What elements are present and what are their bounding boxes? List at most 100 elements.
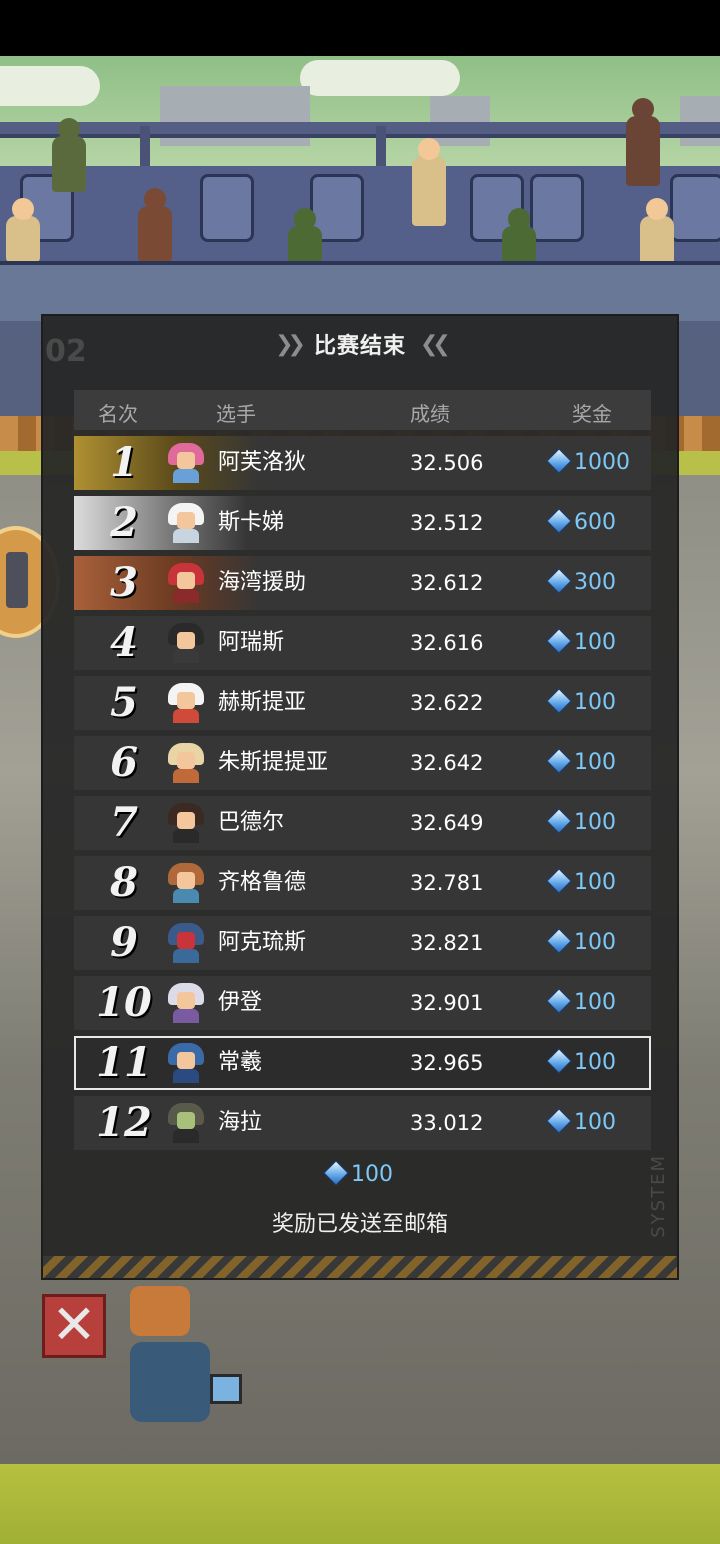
table-header: 名次 选手 成绩 奖金	[74, 390, 651, 430]
header-player: 选手	[216, 402, 256, 426]
seat	[530, 174, 584, 242]
diamond-gem-icon	[546, 508, 572, 534]
player-score: 32.642	[410, 751, 484, 775]
status-bar	[0, 0, 720, 56]
rank-number: 1	[110, 439, 138, 486]
table-row[interactable]: 10 伊登 32.901 100	[74, 976, 651, 1030]
close-x-icon: ✕	[51, 1293, 97, 1356]
table-row-current-player[interactable]: 11 常羲 32.965 100	[74, 1036, 651, 1090]
player-prize: 100	[546, 796, 616, 850]
rank-number: 6	[110, 739, 138, 786]
header-prize: 奖金	[572, 402, 612, 426]
table-row[interactable]: 9 阿克琉斯 32.821 100	[74, 916, 651, 970]
diamond-gem-icon	[546, 988, 572, 1014]
table-row[interactable]: 1 阿芙洛狄 32.506 1000	[74, 436, 651, 490]
player-score: 32.612	[410, 571, 484, 595]
player-score: 32.821	[410, 931, 484, 955]
player-avatar	[168, 803, 204, 843]
player-prize: 100	[546, 1096, 616, 1150]
rank-number: 4	[110, 619, 138, 666]
rank-number: 2	[110, 499, 138, 546]
runner-sprite	[130, 1342, 210, 1422]
diamond-gem-icon	[546, 808, 572, 834]
player-avatar	[168, 443, 204, 483]
spectator	[288, 208, 322, 262]
runner-sprite	[130, 1286, 190, 1336]
player-prize: 100	[546, 916, 616, 970]
player-prize: 100	[546, 676, 616, 730]
player-prize: 1000	[546, 436, 630, 490]
spectator	[412, 138, 446, 226]
table-row[interactable]: 6 朱斯提提亚 32.642 100	[74, 736, 651, 790]
player-avatar	[168, 863, 204, 903]
diamond-gem-icon	[323, 1160, 349, 1186]
player-avatar	[168, 503, 204, 543]
player-prize: 100	[546, 856, 616, 910]
player-score: 32.965	[410, 1051, 484, 1075]
table-row[interactable]: 2 斯卡娣 32.512 600	[74, 496, 651, 550]
player-name: 阿克琉斯	[218, 930, 307, 955]
player-avatar	[168, 923, 204, 963]
rank-number: 9	[110, 919, 138, 966]
player-avatar	[168, 1103, 204, 1143]
reward-total: 100	[43, 1160, 677, 1187]
spectator	[626, 98, 660, 186]
table-row[interactable]: 4 阿瑞斯 32.616 100	[74, 616, 651, 670]
player-score: 33.012	[410, 1111, 484, 1135]
player-name: 齐格鲁德	[218, 870, 307, 895]
diamond-gem-icon	[546, 448, 572, 474]
player-name: 海湾援助	[218, 570, 307, 595]
player-name: 朱斯提提亚	[218, 750, 329, 775]
rank-number: 7	[110, 799, 138, 846]
player-name: 伊登	[218, 990, 263, 1015]
spectator	[502, 208, 536, 266]
close-button[interactable]: ✕	[42, 1294, 106, 1358]
player-name: 常羲	[218, 1050, 263, 1075]
table-row[interactable]: 7 巴德尔 32.649 100	[74, 796, 651, 850]
player-avatar	[168, 683, 204, 723]
player-prize: 300	[546, 556, 616, 610]
cloud	[0, 66, 100, 106]
hammer-icon	[210, 1374, 242, 1404]
player-name: 巴德尔	[218, 810, 285, 835]
player-name: 阿瑞斯	[218, 630, 285, 655]
diamond-gem-icon	[546, 1048, 572, 1074]
header-score: 成绩	[410, 402, 450, 426]
diamond-gem-icon	[546, 868, 572, 894]
panel-title-bar: ❯❯ 比赛结束 ❮❮	[43, 326, 677, 362]
player-name: 赫斯提亚	[218, 690, 307, 715]
table-row[interactable]: 3 海湾援助 32.612 300	[74, 556, 651, 610]
player-avatar	[168, 623, 204, 663]
diamond-gem-icon	[546, 1108, 572, 1134]
table-row[interactable]: 12 海拉 33.012 100	[74, 1096, 651, 1150]
chevron-left-icon: ❮❮	[420, 331, 451, 357]
rank-number: 8	[110, 859, 138, 906]
city-building	[430, 96, 490, 146]
player-name: 海拉	[218, 1110, 263, 1135]
results-panel: 02 SYSTEM ❯❯ 比赛结束 ❮❮ 名次 选手 成绩 奖金 1 阿芙洛狄 …	[41, 314, 679, 1280]
chevron-right-icon: ❯❯	[275, 331, 306, 357]
player-prize: 100	[546, 1036, 616, 1090]
player-prize: 600	[546, 496, 616, 550]
player-score: 32.616	[410, 631, 484, 655]
grass-ground	[0, 1464, 720, 1544]
table-row[interactable]: 5 赫斯提亚 32.622 100	[74, 676, 651, 730]
player-prize: 100	[546, 976, 616, 1030]
diamond-gem-icon	[546, 628, 572, 654]
player-avatar	[168, 563, 204, 603]
player-score: 32.512	[410, 511, 484, 535]
spectator	[52, 118, 86, 192]
rank-number: 12	[96, 1099, 152, 1146]
player-prize: 100	[546, 616, 616, 670]
player-avatar	[168, 983, 204, 1023]
spectator	[138, 188, 172, 262]
diamond-gem-icon	[546, 748, 572, 774]
table-row[interactable]: 8 齐格鲁德 32.781 100	[74, 856, 651, 910]
seat	[670, 174, 720, 242]
cloud	[300, 60, 460, 96]
player-score: 32.622	[410, 691, 484, 715]
rank-number: 10	[96, 979, 152, 1026]
rank-number: 5	[110, 679, 138, 726]
rank-number: 3	[110, 559, 138, 606]
city-building	[680, 96, 720, 146]
